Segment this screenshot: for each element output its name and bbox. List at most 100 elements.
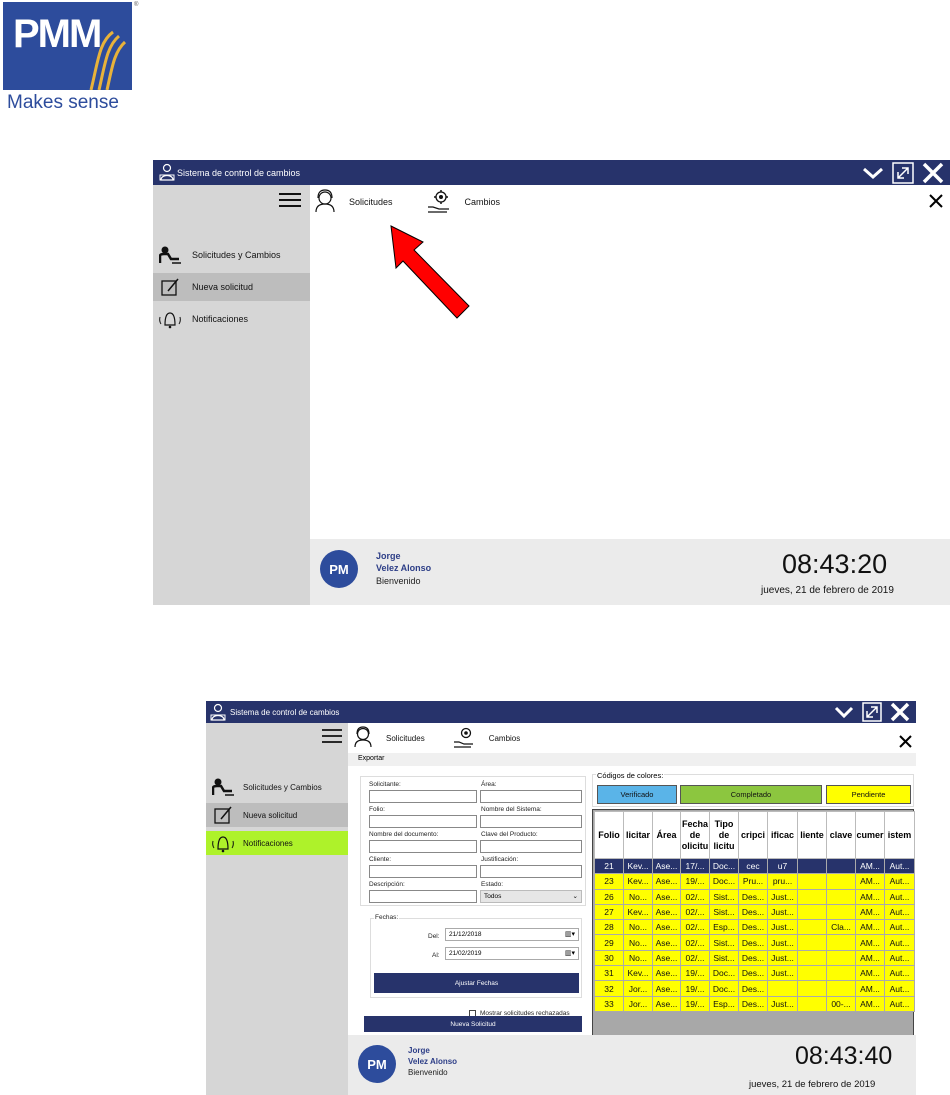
sidebar-item-label: Solicitudes y Cambios (192, 250, 281, 260)
maximize-icon[interactable] (892, 162, 914, 189)
hamburger-menu-icon[interactable] (279, 192, 301, 213)
sidebar-item-nueva-solicitud[interactable]: Nueva solicitud (153, 273, 310, 301)
table-cell (826, 873, 856, 890)
bell-icon (153, 309, 187, 329)
col-clave[interactable]: clave (826, 811, 856, 859)
table-row[interactable]: 31 Kev... Ase... 19/... Doc... Des... Just... A… (594, 965, 915, 982)
estado-select[interactable]: Todos ⌄ (480, 890, 582, 903)
col-cliente[interactable]: liente (797, 811, 827, 859)
table-cell: AM... (855, 857, 885, 875)
user-first-name: Jorge (408, 1046, 430, 1055)
window-1: Sistema de control de cambios Solicitude… (153, 160, 950, 605)
table-cell: Just... (767, 965, 798, 982)
window-title: Sistema de control de cambios (230, 708, 340, 717)
table-cell: No... (623, 888, 653, 905)
table-cell: Sist... (709, 888, 739, 905)
table-cell (797, 965, 827, 982)
minimize-chevron-icon[interactable] (834, 703, 854, 726)
calendar-icon[interactable]: ▥▾ (565, 948, 575, 959)
close-panel-icon[interactable] (929, 192, 943, 212)
table-cell: Just... (767, 949, 798, 967)
maximize-icon[interactable] (862, 702, 882, 727)
table-row[interactable]: 23 Kev... Ase... 19/... Doc... Pru... pru... AM… (594, 873, 915, 890)
sidebar-item-label: Nueva solicitud (192, 282, 254, 292)
table-row[interactable]: 26 No... Ase... 02/... Sist... Des... Just... A… (594, 888, 915, 905)
table-cell: Sist... (709, 934, 739, 951)
col-justificacion[interactable]: ificac (767, 811, 798, 859)
col-descripcion[interactable]: cripci (738, 811, 768, 859)
al-date-value: 21/02/2019 (449, 950, 482, 957)
legend-verificado: Verificado (597, 785, 677, 804)
tab-solicitudes[interactable]: Solicitudes (313, 189, 393, 215)
del-date-picker[interactable]: 21/12/2018 ▥▾ (445, 928, 579, 941)
nueva-solicitud-button[interactable]: Nueva Solicitud (364, 1016, 582, 1032)
logo-mark: PMM (3, 2, 132, 90)
table-cell: Aut... (884, 980, 915, 997)
al-date-picker[interactable]: 21/02/2019 ▥▾ (445, 947, 579, 960)
logo-tagline: Makes sense (7, 92, 119, 113)
calendar-icon[interactable]: ▥▾ (565, 929, 575, 940)
cliente-input[interactable] (369, 865, 477, 878)
sidebar-item-solicitudes-cambios[interactable]: Solicitudes y Cambios (153, 242, 310, 268)
table-cell: Esp... (709, 919, 739, 936)
tab-cambios[interactable]: Cambios (427, 189, 500, 215)
table-cell (797, 980, 827, 997)
table-row[interactable]: 32 Jor... Ase... 19/... Doc... Des... AM... Aut… (594, 980, 915, 997)
clave-producto-input[interactable] (480, 840, 582, 853)
col-tipo[interactable]: Tipo de licitu (709, 811, 739, 859)
sidebar-item-notificaciones[interactable]: Notificaciones (153, 305, 310, 333)
table-cell (797, 949, 827, 967)
tab-cambios[interactable]: Cambios (453, 726, 520, 750)
table-cell: Esp... (709, 995, 739, 1012)
tab-solicitudes[interactable]: Solicitudes (352, 726, 425, 750)
col-solicitante[interactable]: licitar (623, 811, 653, 859)
table-cell: Aut... (884, 995, 915, 1012)
label-al: Al: (432, 952, 440, 959)
table-cell (797, 903, 827, 921)
minimize-chevron-icon[interactable] (862, 163, 884, 188)
col-documento[interactable]: cumer (855, 811, 885, 859)
label-area: Área: (481, 781, 497, 788)
sidebar-item-notificaciones[interactable]: Notificaciones (206, 831, 348, 855)
table-row[interactable]: 29 No... Ase... 02/... Sist... Des... Just... A… (594, 934, 915, 951)
table-cell: Des... (738, 919, 768, 936)
nombre-documento-input[interactable] (369, 840, 477, 853)
close-window-icon[interactable] (890, 702, 910, 727)
col-fecha[interactable]: Fecha de olicitu (680, 811, 710, 859)
solicitante-input[interactable] (369, 790, 477, 803)
chevron-down-icon: ⌄ (572, 893, 578, 900)
export-menu[interactable]: Exportar (358, 755, 384, 762)
table-cell (826, 980, 856, 997)
label-cliente: Cliente: (369, 856, 392, 863)
table-row[interactable]: 27 Kev... Ase... 02/... Sist... Des... Just...… (594, 903, 915, 921)
label-descripcion: Descripción: (369, 881, 405, 888)
table-body: 21 Kev... Ase... 17/... Doc... cec u7 AM... Aut.… (594, 857, 915, 1012)
table-cell: AM... (855, 949, 885, 967)
hamburger-menu-icon[interactable] (322, 729, 342, 748)
label-fechas: Fechas: (374, 914, 400, 921)
close-panel-icon[interactable] (899, 732, 912, 752)
sidebar-item-solicitudes-cambios[interactable]: Solicitudes y Cambios (206, 775, 348, 799)
nombre-sistema-input[interactable] (480, 815, 582, 828)
table-cell: Cla... (826, 919, 856, 936)
close-window-icon[interactable] (922, 162, 944, 189)
user-first-name: Jorge (376, 551, 401, 561)
table-cell: Aut... (884, 919, 915, 936)
area-input[interactable] (480, 790, 582, 803)
sidebar-item-nueva-solicitud[interactable]: Nueva solicitud (206, 803, 348, 827)
table-cell: Ase... (652, 919, 681, 936)
col-folio[interactable]: Folio (594, 811, 624, 859)
table-row[interactable]: 33 Jor... Ase... 19/... Esp... Des... Just... 0… (594, 995, 915, 1012)
table-row[interactable]: 21 Kev... Ase... 17/... Doc... cec u7 AM... Aut.… (594, 857, 915, 875)
ajustar-fechas-button[interactable]: Ajustar Fechas (374, 973, 579, 993)
table-row[interactable]: 30 No... Ase... 02/... Sist... Des... Just... A… (594, 949, 915, 967)
table-cell: No... (623, 919, 653, 936)
folio-input[interactable] (369, 815, 477, 828)
window-1-footer: PM Jorge Velez Alonso Bienvenido 08:43:2… (310, 539, 950, 605)
justificacion-input[interactable] (480, 865, 582, 878)
col-area[interactable]: Área (652, 811, 681, 859)
col-sistema[interactable]: istem (884, 811, 915, 859)
descripcion-input[interactable] (369, 890, 477, 903)
table-row[interactable]: 28 No... Ase... 02/... Esp... Des... Just... Cl… (594, 919, 915, 936)
table-cell: 17/... (680, 857, 710, 875)
